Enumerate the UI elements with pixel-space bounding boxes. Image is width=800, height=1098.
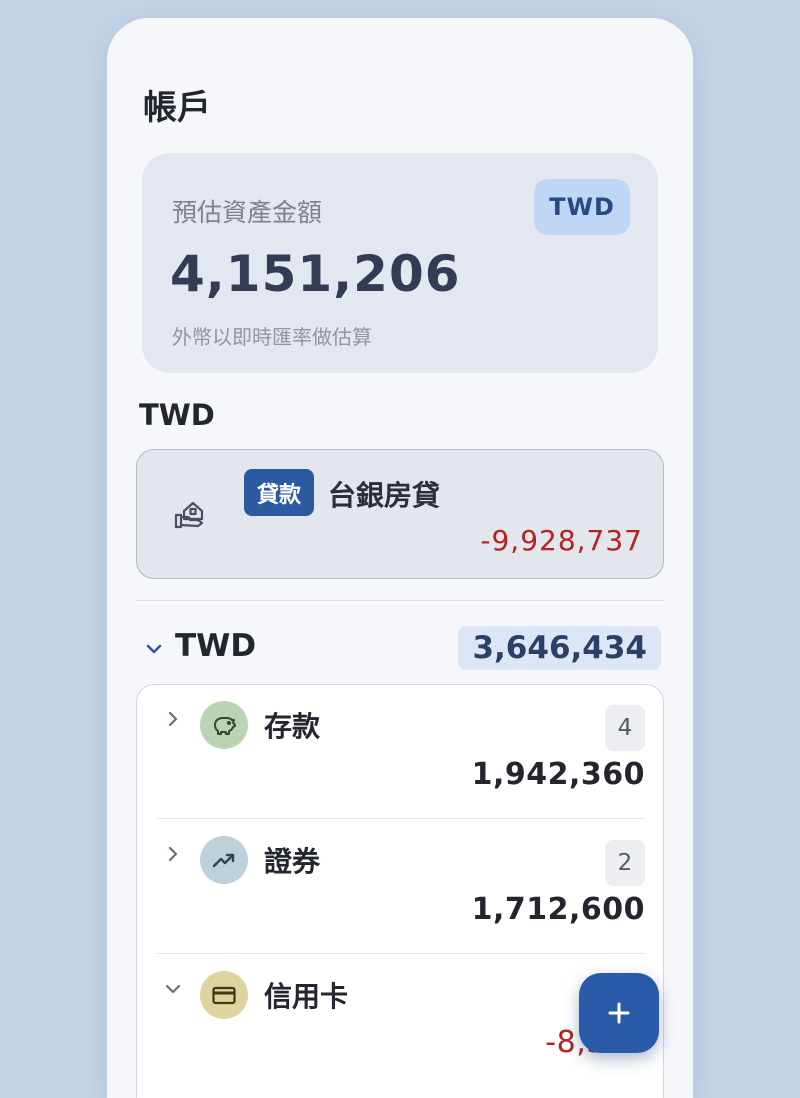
add-account-button[interactable] bbox=[579, 973, 659, 1053]
row-divider bbox=[157, 953, 645, 954]
account-count-badge: 2 bbox=[605, 840, 645, 886]
chevron-right-icon bbox=[168, 711, 178, 727]
group-total: 3,646,434 bbox=[458, 626, 661, 670]
app-screen: 帳戶 預估資產金額 TWD 4,151,206 外幣以即時匯率做估算 TWD 貸… bbox=[107, 18, 693, 1098]
list-item-deposits[interactable]: 存款 4 1,942,360 bbox=[137, 685, 665, 819]
category-name: 存款 bbox=[264, 710, 321, 743]
divider bbox=[136, 600, 664, 601]
trending-up-icon bbox=[212, 853, 235, 868]
loan-badge: 貸款 bbox=[244, 469, 314, 516]
summary-amount: 4,151,206 bbox=[170, 245, 461, 303]
list-item-securities[interactable]: 證券 2 1,712,600 bbox=[137, 820, 665, 954]
loan-name: 台銀房貸 bbox=[328, 479, 441, 512]
category-value: 1,942,360 bbox=[471, 757, 645, 792]
chevron-down-icon bbox=[146, 644, 162, 654]
category-name: 信用卡 bbox=[264, 980, 349, 1013]
chevron-down-icon bbox=[165, 984, 181, 994]
home-hand-icon bbox=[174, 501, 204, 529]
category-value: 1,712,600 bbox=[471, 892, 645, 927]
group-name: TWD bbox=[175, 628, 257, 664]
credit-card-icon bbox=[212, 986, 236, 1005]
category-icon-circle bbox=[200, 701, 248, 749]
loan-value: -9,928,737 bbox=[480, 524, 643, 557]
summary-note: 外幣以即時匯率做估算 bbox=[172, 325, 372, 349]
page-title: 帳戶 bbox=[143, 88, 211, 128]
category-icon-circle bbox=[200, 836, 248, 884]
asset-summary-card: 預估資產金額 TWD 4,151,206 外幣以即時匯率做估算 bbox=[142, 153, 658, 373]
loan-account-card[interactable]: 貸款 台銀房貸 -9,928,737 bbox=[136, 449, 664, 579]
account-count-badge: 4 bbox=[605, 705, 645, 751]
chevron-right-icon bbox=[168, 846, 178, 862]
section-title: TWD bbox=[139, 398, 215, 432]
plus-icon bbox=[608, 1002, 630, 1024]
row-divider bbox=[157, 818, 645, 819]
category-name: 證券 bbox=[264, 845, 321, 878]
category-icon-circle bbox=[200, 971, 248, 1019]
currency-selector-button[interactable]: TWD bbox=[534, 179, 630, 235]
currency-group-header[interactable]: TWD 3,646,434 bbox=[107, 618, 693, 678]
summary-label: 預估資產金額 bbox=[172, 198, 323, 227]
piggy-bank-icon bbox=[214, 717, 236, 735]
